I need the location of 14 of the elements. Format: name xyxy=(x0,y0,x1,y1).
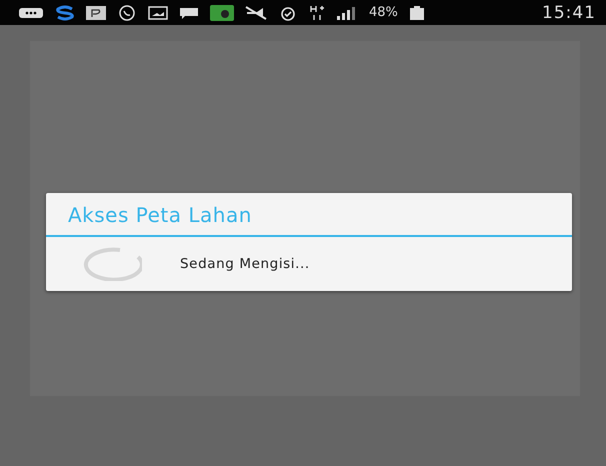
keyboard-icon xyxy=(18,6,44,20)
speech-bubble-icon xyxy=(179,6,199,18)
image-icon xyxy=(148,6,168,20)
chat-icon xyxy=(117,4,137,20)
battery-icon xyxy=(408,6,425,20)
loading-spinner-icon xyxy=(82,247,142,281)
battery-percentage: 48% xyxy=(369,5,398,20)
app-icon xyxy=(210,4,234,20)
signal-icon xyxy=(336,6,356,20)
alarm-icon xyxy=(278,4,298,20)
loading-message: Sedang Mengisi... xyxy=(180,256,310,272)
dialog-title: Akses Peta Lahan xyxy=(46,193,572,237)
mute-icon xyxy=(245,6,267,20)
clock-time: 15:41 xyxy=(542,2,596,22)
